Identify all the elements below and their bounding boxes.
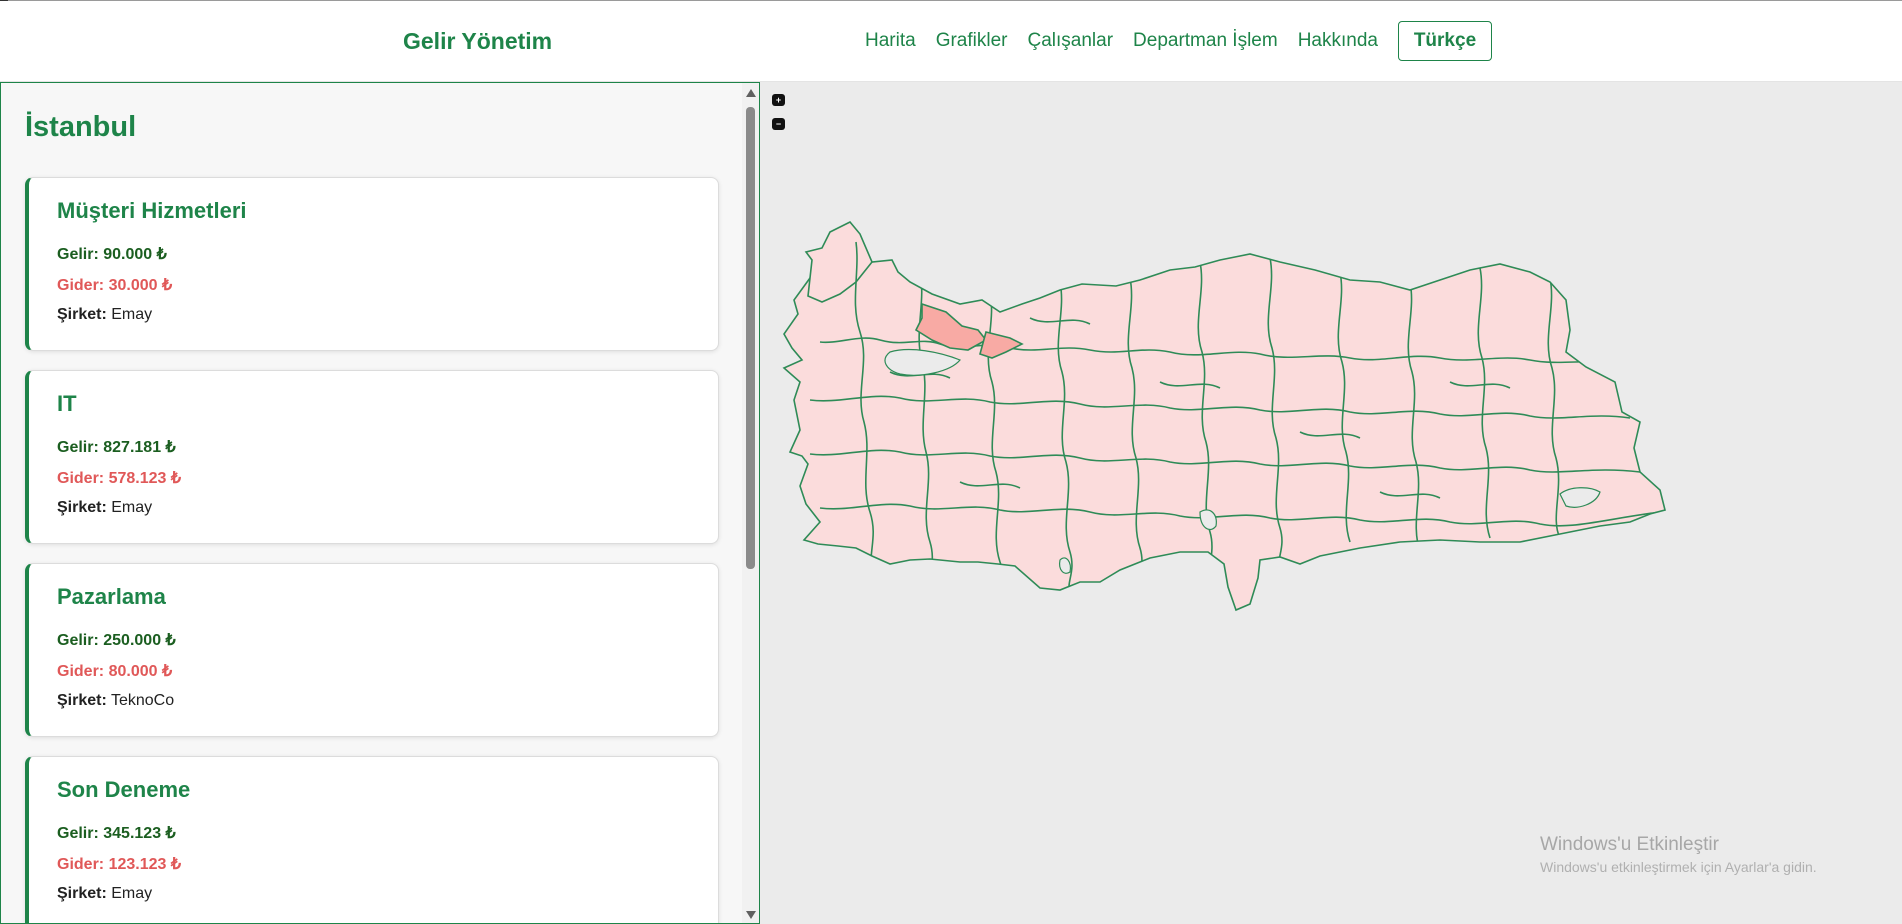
main-nav: Harita Grafikler Çalışanlar Departman İş…: [865, 21, 1492, 61]
company-row: Şirket: Emay: [57, 885, 153, 902]
company-row: Şirket: Emay: [57, 499, 153, 516]
company-row: Şirket: TeknoCo: [57, 692, 175, 709]
income-row: Gelir: 345.123 ₺: [57, 825, 176, 842]
department-name: Son Deneme: [57, 777, 191, 802]
expense-row: Gider: 578.123 ₺: [57, 470, 182, 487]
department-name: IT: [57, 391, 77, 416]
city-details-panel: İstanbul Müşteri Hizmetleri Gelir: 90.00…: [0, 82, 760, 924]
expense-row: Gider: 30.000 ₺: [57, 277, 173, 294]
brand-title[interactable]: Gelir Yönetim: [403, 28, 552, 55]
turkey-country-shape: [782, 228, 1666, 612]
income-row: Gelir: 90.000 ₺: [57, 246, 167, 263]
language-button[interactable]: Türkçe: [1397, 21, 1492, 61]
turkey-map-area[interactable]: + − Windows'u Etkinleştir Windows'u etki…: [760, 82, 1902, 924]
sidebar-scrollbar[interactable]: [742, 83, 759, 923]
windows-activation-title: Windows'u Etkinleştir: [1540, 834, 1719, 855]
turkey-provinces-map[interactable]: [760, 82, 1902, 924]
scroll-thumb[interactable]: [746, 107, 755, 569]
department-name: Müşteri Hizmetleri: [57, 198, 247, 223]
income-row: Gelir: 250.000 ₺: [57, 632, 176, 649]
department-card: Müşteri Hizmetleri Gelir: 90.000 ₺ Gider…: [25, 177, 719, 351]
income-row: Gelir: 827.181 ₺: [57, 439, 176, 456]
city-title: İstanbul: [25, 111, 137, 143]
top-navbar: Gelir Yönetim Harita Grafikler Çalışanla…: [0, 1, 1902, 82]
expense-row: Gider: 80.000 ₺: [57, 663, 173, 680]
company-row: Şirket: Emay: [57, 306, 153, 323]
nav-departman-islem[interactable]: Departman İşlem: [1133, 30, 1278, 52]
department-card: IT Gelir: 827.181 ₺ Gider: 578.123 ₺ Şir…: [25, 370, 719, 544]
department-card: Pazarlama Gelir: 250.000 ₺ Gider: 80.000…: [25, 563, 719, 737]
nav-hakkinda[interactable]: Hakkında: [1298, 30, 1378, 52]
nav-harita[interactable]: Harita: [865, 30, 916, 52]
scroll-down-arrow-icon[interactable]: [746, 911, 756, 919]
department-name: Pazarlama: [57, 584, 166, 609]
lake-egirdir: [1059, 557, 1071, 574]
nav-calisanlar[interactable]: Çalışanlar: [1027, 30, 1113, 52]
expense-row: Gider: 123.123 ₺: [57, 856, 182, 873]
nav-grafikler[interactable]: Grafikler: [936, 30, 1008, 52]
scroll-up-arrow-icon[interactable]: [746, 89, 756, 97]
windows-activation-subtitle: Windows'u etkinleştirmek için Ayarlar'a …: [1540, 859, 1817, 875]
department-card: Son Deneme Gelir: 345.123 ₺ Gider: 123.1…: [25, 756, 719, 923]
